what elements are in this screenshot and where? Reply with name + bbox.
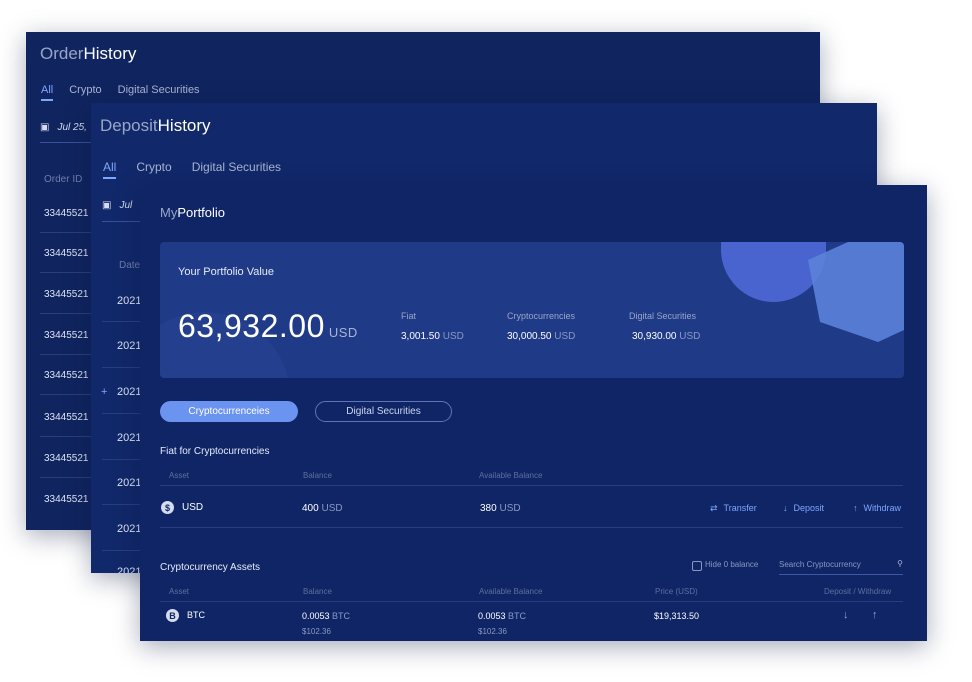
- withdraw-button[interactable]: ↑ Withdraw: [853, 503, 901, 513]
- tab-all[interactable]: All: [41, 84, 54, 101]
- stat-cryptocurrencies: Cryptocurrencies 30,000.50 USD: [507, 311, 576, 342]
- fiat-row-asset: $ USD: [161, 501, 203, 514]
- tab-crypto[interactable]: Crypto: [136, 160, 171, 179]
- column-header-balance: Balance: [303, 471, 332, 480]
- btc-row-available-usd: $102.36: [478, 627, 507, 636]
- divider: [102, 413, 142, 414]
- fiat-row-balance: 400 USD: [302, 503, 343, 514]
- column-header-balance: Balance: [303, 587, 332, 596]
- table-row[interactable]: 33445521: [44, 208, 89, 219]
- expand-icon[interactable]: +: [101, 386, 107, 398]
- search-input[interactable]: Search Cryptocurrency ⚲: [779, 559, 903, 575]
- table-row[interactable]: 33445521: [44, 289, 89, 300]
- crypto-section-title: Cryptocurrency Assets: [160, 562, 261, 573]
- column-header-date: Date: [119, 260, 141, 271]
- table-row[interactable]: 2021: [117, 295, 141, 307]
- divider: [102, 367, 142, 368]
- tab-cryptocurrencies[interactable]: Cryptocurrenceies: [160, 401, 298, 422]
- btc-row-balance: 0.0053 BTC: [302, 611, 351, 621]
- column-header-asset: Asset: [169, 471, 190, 480]
- portfolio-title: MyPortfolio: [160, 205, 226, 220]
- column-header-deposit-withdraw: Deposit / Withdraw: [824, 587, 892, 596]
- bitcoin-icon: B: [166, 609, 179, 622]
- fiat-row-available: 380 USD: [480, 503, 521, 514]
- calendar-icon: ▣: [102, 200, 112, 211]
- btc-row-price: $19,313.50: [654, 611, 700, 621]
- tab-digital-securities[interactable]: Digital Securities: [118, 84, 200, 101]
- divider: [160, 601, 903, 602]
- stat-digital-securities: Digital Securities 30,930.00 USD: [629, 311, 701, 342]
- order-history-title: OrderHistory: [40, 44, 137, 63]
- arrow-down-icon: ↓: [783, 503, 788, 513]
- tab-crypto[interactable]: Crypto: [69, 84, 101, 101]
- column-header-order-id: Order ID: [44, 174, 83, 185]
- date-picker[interactable]: ▣ Jul: [102, 200, 132, 211]
- btc-row-available: 0.0053 BTC: [478, 611, 527, 621]
- decorative-polygon: [808, 242, 904, 342]
- btc-row-asset[interactable]: B BTC: [166, 609, 205, 622]
- column-header-available-balance: Available Balance: [479, 587, 543, 596]
- table-row[interactable]: 33445521: [44, 370, 89, 381]
- table-row[interactable]: 33445521: [44, 494, 89, 505]
- fiat-section-title: Fiat for Cryptocurrencies: [160, 446, 270, 457]
- column-header-price: Price (USD): [655, 587, 698, 596]
- btc-withdraw-icon[interactable]: ↑: [872, 609, 878, 621]
- hide-zero-checkbox[interactable]: [692, 561, 702, 571]
- tab-all[interactable]: All: [103, 160, 117, 179]
- table-row[interactable]: 2021: [117, 523, 141, 535]
- portfolio-value-label: Your Portfolio Value: [178, 266, 275, 278]
- table-row[interactable]: 33445521: [44, 453, 89, 464]
- portfolio-value-amount: 63,932.00 USD: [178, 308, 358, 344]
- calendar-icon: ▣: [40, 122, 50, 133]
- arrow-up-icon: ↑: [853, 503, 858, 513]
- tab-digital-securities[interactable]: Digital Securities: [192, 160, 281, 179]
- divider: [160, 527, 903, 528]
- table-row[interactable]: 2021: [117, 386, 141, 398]
- btc-row-balance-usd: $102.36: [302, 627, 331, 636]
- order-history-tabs: All Crypto Digital Securities: [41, 84, 200, 101]
- stat-fiat: Fiat 3,001.50 USD: [401, 311, 464, 342]
- transfer-icon: ⇄: [710, 503, 718, 513]
- tab-digital-securities[interactable]: Digital Securities: [315, 401, 452, 422]
- table-row[interactable]: 2021: [117, 432, 141, 444]
- table-row[interactable]: 2021: [117, 566, 141, 573]
- divider: [160, 485, 903, 486]
- portfolio-value-card: Your Portfolio Value 63,932.00 USD Fiat 3…: [160, 242, 904, 378]
- search-icon[interactable]: ⚲: [897, 559, 903, 568]
- divider: [102, 504, 142, 505]
- deposit-button[interactable]: ↓ Deposit: [783, 503, 824, 513]
- deposit-history-tabs: All Crypto Digital Securities: [103, 160, 281, 179]
- my-portfolio-window: MyPortfolio Your Portfolio Value 63,932.…: [140, 185, 927, 641]
- table-row[interactable]: 33445521: [44, 330, 89, 341]
- divider: [102, 321, 142, 322]
- table-row[interactable]: 33445521: [44, 412, 89, 423]
- hide-zero-label: Hide 0 balance: [705, 560, 759, 569]
- divider: [102, 221, 142, 222]
- btc-deposit-icon[interactable]: ↓: [843, 609, 849, 621]
- column-header-asset: Asset: [169, 587, 190, 596]
- table-row[interactable]: 33445521: [44, 248, 89, 259]
- transfer-button[interactable]: ⇄ Transfer: [710, 503, 757, 514]
- table-row[interactable]: 2021: [117, 340, 141, 352]
- dollar-coin-icon: $: [161, 501, 174, 514]
- date-picker[interactable]: ▣ Jul 25,: [40, 122, 87, 133]
- divider: [102, 459, 142, 460]
- column-header-available-balance: Available Balance: [479, 471, 543, 480]
- table-row[interactable]: 2021: [117, 477, 141, 489]
- divider: [102, 550, 142, 551]
- deposit-history-title: DepositHistory: [100, 116, 211, 135]
